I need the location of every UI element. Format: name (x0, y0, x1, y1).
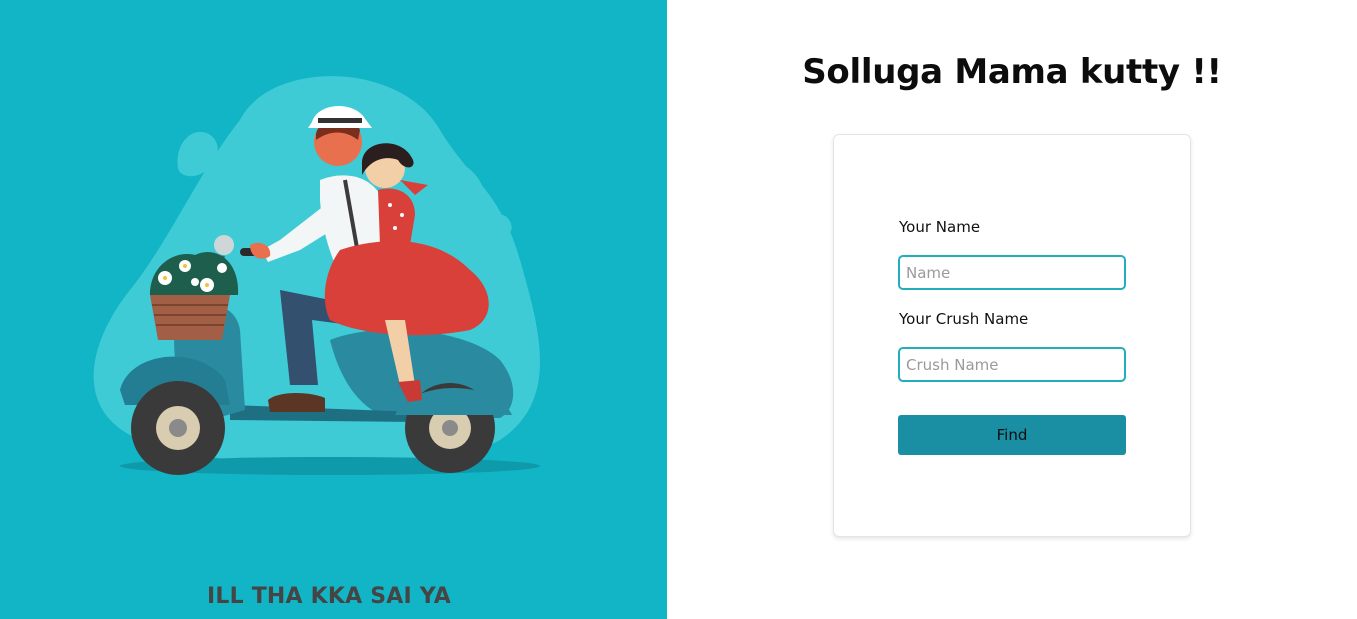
form-panel: Solluga Mama kutty !! Your Name Your Cru… (667, 0, 1357, 619)
man-shoe (268, 393, 325, 412)
illustration-panel: ILL THA KKA SAI YA (0, 0, 667, 619)
flower-basket (150, 295, 230, 340)
name-input[interactable] (898, 255, 1126, 290)
love-calculator-page: ILL THA KKA SAI YA Solluga Mama kutty !!… (0, 0, 1357, 619)
headlight (214, 235, 234, 255)
couple-on-scooter-illustration (93, 76, 540, 475)
tagline: ILL THA KKA SAI YA (207, 584, 451, 609)
form-card: Your Name Your Crush Name Find (833, 134, 1191, 537)
crush-name-input[interactable] (898, 347, 1126, 382)
name-label: Your Name (899, 218, 981, 236)
front-wheel (131, 381, 225, 475)
find-button[interactable]: Find (898, 415, 1126, 455)
page-title: Solluga Mama kutty !! (802, 52, 1222, 92)
crush-name-label: Your Crush Name (899, 310, 1029, 328)
